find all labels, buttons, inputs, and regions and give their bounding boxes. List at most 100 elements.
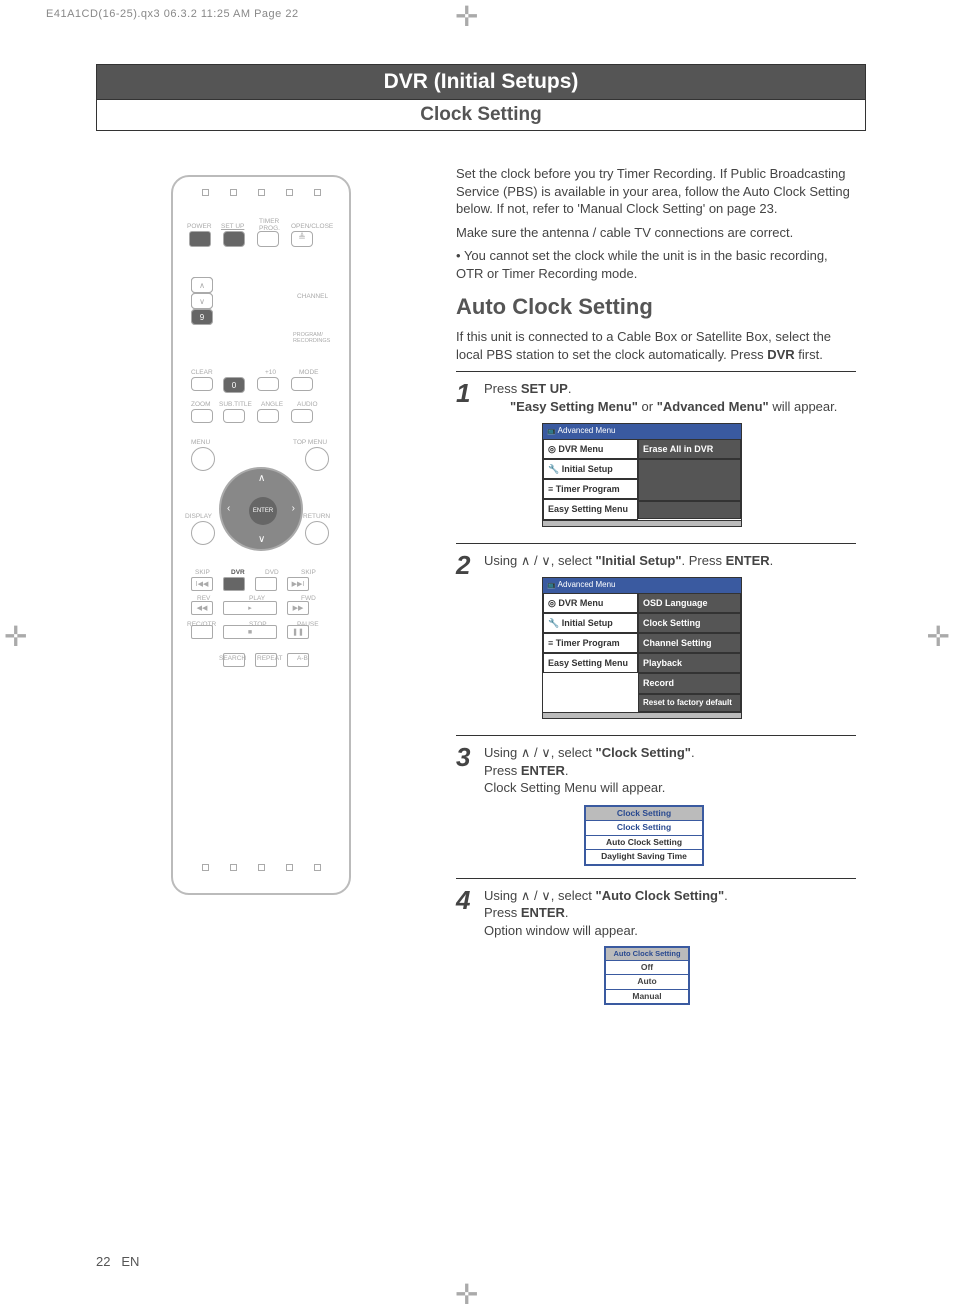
up-arrow-icon: ∧ — [521, 888, 531, 903]
step-1-number: 1 — [456, 380, 484, 534]
step-4-number: 4 — [456, 887, 484, 1009]
return-button[interactable] — [305, 521, 329, 545]
menu-button[interactable] — [191, 447, 215, 471]
page-number: 22 — [96, 1254, 110, 1269]
label-dvr: DVR — [231, 569, 245, 576]
pause-button[interactable]: ❚❚ — [287, 625, 309, 639]
step-3-number: 3 — [456, 744, 484, 870]
step-3-appear: Clock Setting Menu will appear. — [484, 779, 856, 797]
step-4-target: "Auto Clock Setting" — [596, 888, 725, 903]
auto-intro-dvr: DVR — [767, 347, 794, 362]
step-4-press-a: Press — [484, 905, 521, 920]
step-1-setup: SET UP — [521, 381, 568, 396]
clock-setting-menu: Clock Setting Clock Setting Auto Clock S… — [584, 805, 704, 866]
grip-dot — [314, 864, 321, 871]
play-button[interactable]: ▸ — [223, 601, 277, 615]
dvd-button[interactable] — [255, 577, 277, 591]
nav-dpad[interactable]: ∧ ∨ ‹ › ENTER — [219, 467, 303, 551]
dvr-button[interactable] — [223, 577, 245, 591]
auto-clock-menu: Auto Clock Setting Off Auto Manual — [604, 946, 690, 1006]
fwd-button[interactable]: ▶▶ — [287, 601, 309, 615]
osd1-left-0: ◎ DVR Menu — [543, 439, 638, 459]
grip-dot — [286, 189, 293, 196]
stop-button[interactable]: ■ — [223, 625, 277, 639]
label-skip-l: SKIP — [195, 569, 210, 576]
step-4-mid: / — [530, 888, 541, 903]
auto-clock-row-0: Off — [606, 961, 688, 975]
page-subtitle: Clock Setting — [96, 100, 866, 131]
step-1-or: or — [638, 399, 657, 414]
step-2-post2: . — [770, 553, 774, 568]
step-1: 1 Press SET UP. "Easy Setting Menu" or "… — [456, 380, 856, 534]
auto-clock-heading: Auto Clock Setting — [456, 292, 856, 322]
step-1-text-c: . — [568, 381, 572, 396]
top-menu-button[interactable] — [305, 447, 329, 471]
osd1-left-3: Easy Setting Menu — [543, 499, 638, 519]
step-2-pre: Using — [484, 553, 521, 568]
step-4-sel: , select — [551, 888, 596, 903]
label-dvd: DVD — [265, 569, 279, 576]
angle-button[interactable] — [257, 409, 279, 423]
osd2-right-4: Record — [638, 673, 741, 693]
label-audio: AUDIO — [297, 401, 318, 408]
instruction-column: Set the clock before you try Timer Recor… — [456, 165, 856, 1015]
osd2-left-2: ≡ Timer Program — [543, 633, 638, 653]
power-button[interactable] — [189, 231, 211, 247]
auto-clock-row-1: Auto — [606, 975, 688, 989]
osd1-left-2: ≡ Timer Program — [543, 479, 638, 499]
crop-mark-bottom: ✛ — [455, 1278, 478, 1311]
audio-button[interactable] — [291, 409, 313, 423]
doc-header-strip: E41A1CD(16-25).qx3 06.3.2 11:25 AM Page … — [46, 8, 299, 20]
subtitle-button[interactable] — [223, 409, 245, 423]
remote-control: POWER SET UP TIMER PROG. OPEN/CLOSE CHAN… — [171, 175, 351, 895]
channel-down-button[interactable]: ∨ — [191, 293, 213, 309]
timer-prog-button[interactable] — [257, 231, 279, 247]
num-0-button[interactable]: 0 — [223, 377, 245, 393]
auto-clock-title: Auto Clock Setting — [606, 948, 688, 961]
label-display: DISPLAY — [185, 513, 212, 520]
display-button[interactable] — [191, 521, 215, 545]
label-zoom: ZOOM — [191, 401, 211, 408]
step-3-target: "Clock Setting" — [596, 745, 691, 760]
label-clear: CLEAR — [191, 369, 213, 376]
skip-prev-button[interactable]: I◀◀ — [191, 577, 213, 591]
step-2-enter: ENTER — [726, 553, 770, 568]
label-topmenu: TOP MENU — [293, 439, 327, 446]
osd2-left-1: 🔧 Initial Setup — [543, 613, 638, 633]
osd1-left-1: 🔧 Initial Setup — [543, 459, 638, 479]
zoom-button[interactable] — [191, 409, 213, 423]
osd-menu-1: 📺 Advanced Menu ◎ DVR Menu 🔧 Initial Set… — [542, 423, 742, 526]
step-3-press-b: . — [565, 763, 569, 778]
osd2-right-1: Clock Setting — [638, 613, 741, 633]
nav-right-icon: › — [292, 503, 295, 514]
skip-next-button[interactable]: ▶▶I — [287, 577, 309, 591]
num-9-button[interactable]: 9 — [191, 309, 213, 325]
rec-otr-button[interactable] — [191, 625, 213, 639]
search-button[interactable] — [223, 653, 245, 667]
enter-button[interactable]: ENTER — [249, 497, 277, 525]
repeat-button[interactable] — [255, 653, 277, 667]
osd2-title: 📺 Advanced Menu — [543, 578, 741, 593]
auto-clock-row-2: Manual — [606, 990, 688, 1003]
rev-button[interactable]: ◀◀ — [191, 601, 213, 615]
open-close-button[interactable]: ≜ — [291, 231, 313, 247]
clock-menu-row-1: Auto Clock Setting — [586, 836, 702, 850]
setup-button[interactable] — [223, 231, 245, 247]
clear-button[interactable] — [191, 377, 213, 391]
up-arrow-icon: ∧ — [521, 553, 531, 568]
step-2: 2 Using ∧ / ∨, select "Initial Setup". P… — [456, 552, 856, 728]
ab-button[interactable] — [287, 653, 309, 667]
step-3-post: . — [691, 745, 695, 760]
channel-up-button[interactable]: ∧ — [191, 277, 213, 293]
plus10-button[interactable] — [257, 377, 279, 391]
step-1-adv: "Advanced Menu" — [657, 399, 769, 414]
down-arrow-icon: ∨ — [541, 745, 551, 760]
step-2-mid: / — [530, 553, 541, 568]
crop-mark-right: ✛ — [927, 620, 950, 653]
step-3-pre: Using — [484, 745, 521, 760]
osd1-right-blank2 — [638, 501, 741, 519]
step-4-pre: Using — [484, 888, 521, 903]
remote-column: POWER SET UP TIMER PROG. OPEN/CLOSE CHAN… — [96, 165, 426, 1015]
step-2-sel: , select — [551, 553, 596, 568]
mode-button[interactable] — [291, 377, 313, 391]
